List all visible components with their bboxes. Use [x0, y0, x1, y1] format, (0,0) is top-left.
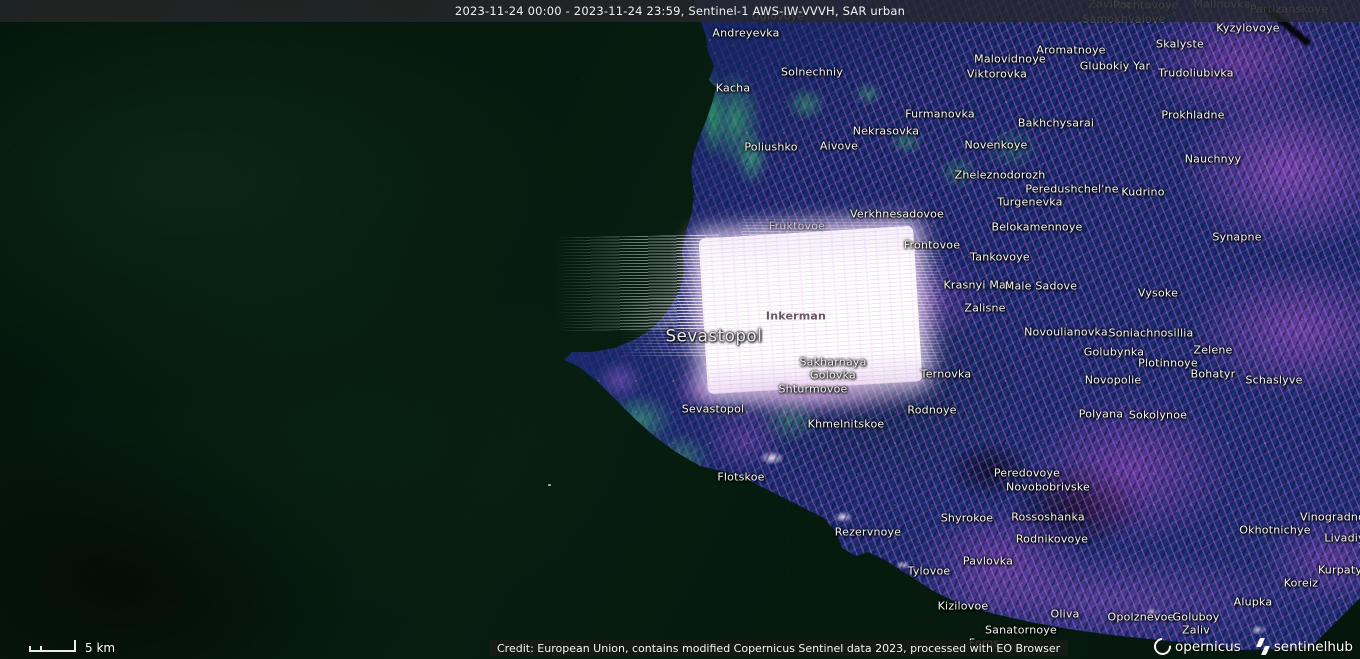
- map-label: Shturmovoe: [778, 384, 847, 397]
- header-bar: 2023-11-24 00:00 - 2023-11-24 23:59, Sen…: [0, 0, 1360, 22]
- map-label: Glubokiy Yar: [1080, 61, 1151, 74]
- map-label: Alupka: [1234, 597, 1273, 610]
- map-label: Rodnoye: [907, 405, 956, 418]
- map-label: Tylovoe: [908, 566, 951, 579]
- map-label: Kyzylovoye: [1216, 23, 1280, 36]
- map-label: Kudrino: [1121, 187, 1164, 200]
- map-label: Sakharnaya Golovka: [799, 356, 866, 381]
- map-label: Bakhchysarai: [1018, 118, 1094, 131]
- map-label: Vysoke: [1138, 288, 1178, 301]
- map-label: Zelene: [1193, 345, 1232, 358]
- map-label: Polyana: [1079, 409, 1123, 422]
- map-label: Golubynka: [1084, 347, 1144, 360]
- map-label: Nekrasovka: [853, 126, 920, 139]
- sentinelhub-label: sentinelhub: [1274, 639, 1353, 655]
- map-label: Zalisne: [964, 303, 1005, 316]
- map-label: Plotinnoye: [1138, 358, 1198, 371]
- map-label: Oliva: [1050, 609, 1079, 622]
- map-label: Inkerman: [766, 311, 826, 324]
- map-scale-bar: 5 km: [29, 638, 115, 652]
- map-label: Kizilovoe: [938, 601, 989, 614]
- map-label: Novobobrivske: [1006, 482, 1090, 495]
- map-label: Sanatornoye: [985, 625, 1057, 638]
- map-label: Pavlovka: [963, 556, 1013, 569]
- map-label: Furmanovka: [905, 109, 975, 122]
- map-label: Shyrokoe: [941, 513, 994, 526]
- map-label: Peredushchel'ne: [1025, 184, 1118, 197]
- credit-text: Credit: European Union, contains modifie…: [497, 642, 1060, 655]
- sentinelhub-icon: [1256, 638, 1270, 655]
- map-label: Tankovoye: [970, 252, 1030, 265]
- brand-row: opernicus sentinelhub: [1154, 638, 1353, 655]
- map-label: Zheleznodorozh: [955, 170, 1046, 183]
- map-label: Rossoshanka: [1011, 512, 1085, 525]
- map-label: Trudoliubivka: [1158, 68, 1233, 81]
- map-label: Livadiya: [1324, 533, 1360, 546]
- map-label: Vinogradnoe: [1300, 512, 1360, 525]
- map-label: Sevastopol: [682, 404, 745, 417]
- map-label: Sevastopol: [666, 328, 763, 347]
- map-label: Solnechniy: [781, 67, 843, 80]
- map-label: Kacha: [716, 83, 751, 96]
- map-label: Novoulianovka: [1024, 327, 1108, 340]
- map-label: Rezervnoye: [835, 527, 901, 540]
- map-label: Kurpaty: [1318, 565, 1360, 578]
- map-label: Novopolie: [1085, 375, 1142, 388]
- map-label: Schaslyve: [1245, 375, 1302, 388]
- copernicus-label: opernicus: [1175, 639, 1241, 655]
- copernicus-crescent-icon: [1151, 635, 1175, 659]
- map-label: Aivove: [820, 141, 858, 154]
- map-label: Male Sadove: [1005, 281, 1077, 294]
- map-label: Prokhladne: [1161, 110, 1224, 123]
- map-label: Krasnyi Mak: [943, 280, 1012, 293]
- map-label: Nauchnyy: [1185, 154, 1242, 167]
- credit-bar: Credit: European Union, contains modifie…: [489, 640, 1068, 656]
- scale-ruler: [29, 640, 76, 652]
- map-label: Malovidnoye: [974, 54, 1046, 67]
- map-label: Koreiz: [1284, 578, 1318, 591]
- map-label: Novenkoye: [965, 140, 1028, 153]
- labels-layer: UglovoyeZavitne+PochtovoyeMalinovkaParti…: [0, 0, 1360, 659]
- sentinelhub-logo[interactable]: sentinelhub: [1256, 638, 1353, 655]
- map-label: Rodnikovoye: [1016, 534, 1088, 547]
- date-layer-title: 2023-11-24 00:00 - 2023-11-24 23:59, Sen…: [455, 4, 905, 18]
- map-label: Frontovoe: [904, 240, 960, 253]
- map-label: Goluboy Zaliv: [1173, 611, 1220, 636]
- map-label: Synapne: [1212, 232, 1261, 245]
- map-label: Viktorovka: [967, 69, 1027, 82]
- map-label: Okhotnichye: [1239, 525, 1311, 538]
- scale-label: 5 km: [85, 641, 115, 655]
- map-label: Andreyevka: [712, 28, 779, 41]
- map-label: Verkhnesadovoe: [850, 209, 944, 222]
- map-label: Aromatnoye: [1036, 45, 1105, 58]
- map-label: Skalyste: [1156, 39, 1204, 52]
- map-label: Khmelnitskoe: [808, 419, 885, 432]
- map-label: Peredovoye: [994, 468, 1060, 481]
- map-label: Ternovka: [921, 369, 972, 382]
- map-label: Soniachnosillia: [1109, 328, 1194, 341]
- map-label: Opolznevoe: [1108, 612, 1175, 625]
- map-label: Flotskoe: [717, 472, 764, 485]
- map-label: Sokolynoe: [1129, 410, 1187, 423]
- map-viewport[interactable]: UglovoyeZavitne+PochtovoyeMalinovkaParti…: [0, 0, 1360, 659]
- copernicus-logo[interactable]: opernicus: [1154, 638, 1241, 655]
- map-label: Bohatyr: [1191, 369, 1236, 382]
- map-label: Turgenevka: [997, 197, 1062, 210]
- map-label: Fruktovoe: [769, 221, 825, 234]
- map-label: Belokamennoye: [991, 222, 1082, 235]
- map-label: Poliushko: [744, 142, 797, 155]
